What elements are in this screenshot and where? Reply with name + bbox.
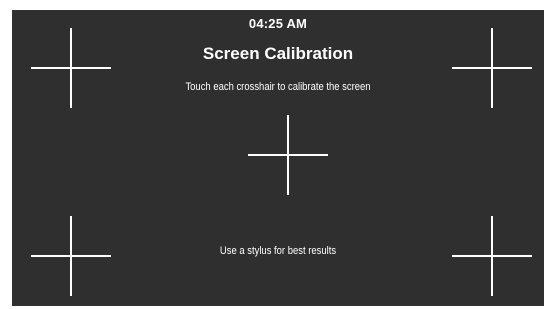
crosshair-vertical-line — [287, 115, 289, 195]
crosshair-top-left[interactable] — [31, 28, 111, 108]
crosshair-center[interactable] — [248, 115, 328, 195]
crosshair-top-right[interactable] — [452, 28, 532, 108]
calibration-hint: Use a stylus for best results — [219, 245, 337, 257]
crosshair-vertical-line — [70, 28, 72, 108]
crosshair-vertical-line — [491, 28, 493, 108]
calibration-instruction: Touch each crosshair to calibrate the sc… — [185, 81, 371, 93]
page-frame: 04:25 AM Screen Calibration Touch each c… — [0, 0, 556, 309]
calibration-screen: 04:25 AM Screen Calibration Touch each c… — [12, 10, 544, 306]
